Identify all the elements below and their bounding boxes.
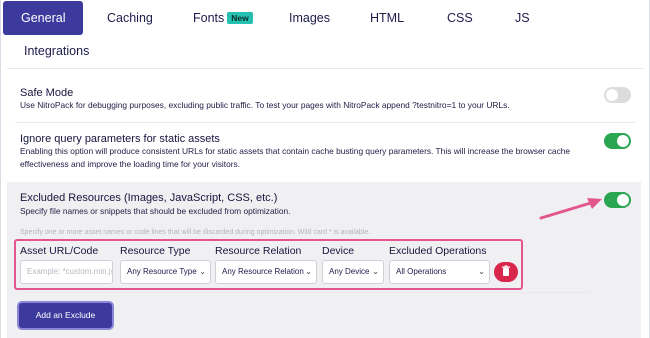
settings-panel: General Caching Fonts New Images HTML CSS… [0, 0, 650, 338]
chevron-down-icon: ⌄ [305, 267, 312, 276]
trash-icon [502, 265, 510, 276]
chevron-down-icon: ⌄ [372, 267, 379, 276]
resource-relation-select[interactable]: Any Resource Relation ⌄ [215, 260, 317, 284]
excluded-operations-value: All Operations [396, 267, 447, 276]
column-header-resource-relation: Resource Relation [215, 245, 302, 257]
resource-type-value: Any Resource Type [127, 267, 197, 276]
device-select[interactable]: Any Device ⌄ [322, 260, 384, 284]
device-value: Any Device [329, 267, 370, 276]
chevron-down-icon: ⌄ [478, 267, 485, 276]
column-header-resource-type: Resource Type [120, 245, 191, 257]
resource-type-select[interactable]: Any Resource Type ⌄ [120, 260, 211, 284]
asset-url-input[interactable]: Example: *custom.min.js [20, 260, 113, 284]
add-exclude-button[interactable]: Add an Exclude [19, 303, 112, 328]
excluded-resources-hint: Specify one or more asset names or code … [20, 229, 371, 236]
delete-exclusion-button[interactable] [494, 262, 518, 282]
column-header-excluded-operations: Excluded Operations [389, 245, 487, 257]
column-header-device: Device [322, 245, 355, 257]
column-header-asset: Asset URL/Code [20, 245, 99, 257]
excluded-operations-select[interactable]: All Operations ⌄ [389, 260, 490, 284]
resource-relation-value: Any Resource Relation [222, 267, 304, 276]
divider [23, 292, 589, 293]
chevron-down-icon: ⌄ [199, 267, 206, 276]
